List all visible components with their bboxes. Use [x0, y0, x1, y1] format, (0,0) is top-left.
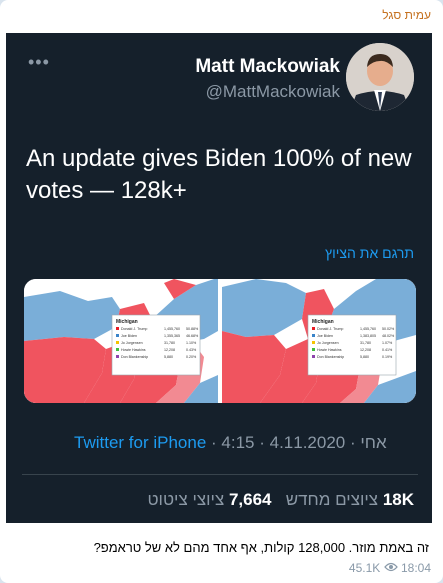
tweet-stats: 18K ציוצים מחדש 7,664 ציוצי ציטוט: [147, 490, 414, 510]
svg-text:Howie Hawkins: Howie Hawkins: [121, 348, 146, 352]
svg-text:0.41%: 0.41%: [382, 348, 393, 352]
svg-text:1,383,805: 1,383,805: [360, 334, 376, 338]
svg-text:Jo Jorgensen: Jo Jorgensen: [317, 341, 339, 345]
results-popup-left: Michigan Donald J. Trump 1,455,760 50.88% …: [111, 314, 201, 376]
tweet-timestamp[interactable]: 4:15 · אחי · 4.11.2020: [221, 433, 386, 452]
svg-text:0.43%: 0.43%: [186, 348, 197, 352]
svg-text:31,780: 31,780: [360, 341, 371, 345]
svg-text:1,455,760: 1,455,760: [360, 327, 376, 331]
tweet-card[interactable]: ••• Matt Mackowiak @MattMackowiak An upd…: [6, 33, 432, 523]
svg-text:Jo Jorgensen: Jo Jorgensen: [121, 341, 143, 345]
results-popup-right: Michigan Donald J. Trump 1,455,760 50.02% …: [307, 314, 397, 376]
svg-text:Don Blankenship: Don Blankenship: [121, 355, 148, 359]
svg-text:Don Blankenship: Don Blankenship: [317, 355, 344, 359]
svg-text:1,355,365: 1,355,365: [164, 334, 180, 338]
svg-text:0.19%: 0.19%: [382, 355, 393, 359]
svg-text:Donald J. Trump: Donald J. Trump: [317, 327, 343, 331]
eye-icon: [383, 561, 401, 575]
svg-text:1.07%: 1.07%: [382, 341, 393, 345]
post-caption: זה באמת מוזר. 128,000 קולות, אף אחד מהם …: [93, 540, 429, 555]
avatar[interactable]: [346, 43, 414, 111]
svg-text:0.20%: 0.20%: [186, 355, 197, 359]
svg-text:5,880: 5,880: [360, 355, 369, 359]
tweet-text: An update gives Biden 100% of new votes …: [26, 145, 412, 204]
post-time: 18:04: [400, 560, 431, 575]
svg-text:12,208: 12,208: [360, 348, 371, 352]
svg-text:5,880: 5,880: [164, 355, 173, 359]
svg-text:50.02%: 50.02%: [382, 327, 395, 331]
svg-text:1,455,760: 1,455,760: [164, 327, 180, 331]
ellipsis-icon[interactable]: •••: [28, 53, 50, 71]
quotes-count[interactable]: 18K: [383, 490, 414, 509]
view-count: 45.1K: [348, 560, 381, 575]
tweet-media[interactable]: Michigan Donald J. Trump 1,455,760 50.88% …: [24, 279, 416, 403]
post-footer: 45.1K 18:04: [349, 560, 431, 575]
svg-text:Donald J. Trump: Donald J. Trump: [121, 327, 147, 331]
svg-text:50.88%: 50.88%: [186, 327, 199, 331]
svg-text:Joe Biden: Joe Biden: [121, 334, 137, 338]
svg-text:Howie Hawkins: Howie Hawkins: [317, 348, 342, 352]
retweets-label[interactable]: ציוצי ציטוט: [147, 490, 224, 509]
popup-title-left: Michigan: [116, 319, 138, 325]
svg-text:31,780: 31,780: [164, 341, 175, 345]
tweet-meta: Twitter for iPhone · 4:15 · אחי · 4.11.2…: [74, 433, 387, 452]
display-name[interactable]: Matt Mackowiak: [195, 56, 340, 78]
translate-link[interactable]: תרגם את הציוץ: [325, 245, 414, 261]
tweet-source[interactable]: Twitter for iPhone: [74, 433, 206, 452]
quotes-label[interactable]: ציוצים מחדש: [286, 490, 378, 509]
post-author[interactable]: עמית סגל: [382, 8, 431, 22]
svg-text:46.68%: 46.68%: [186, 334, 199, 338]
svg-text:Joe Biden: Joe Biden: [317, 334, 333, 338]
retweets-count[interactable]: 7,664: [229, 490, 272, 509]
svg-text:48.02%: 48.02%: [382, 334, 395, 338]
svg-text:1.10%: 1.10%: [186, 341, 197, 345]
divider: [22, 474, 418, 475]
svg-text:12,208: 12,208: [164, 348, 175, 352]
twitter-handle[interactable]: @MattMackowiak: [206, 82, 340, 102]
popup-title-right: Michigan: [312, 319, 334, 325]
telegram-post: עמית סגל ••• Matt Mackowiak @MattMackowi…: [0, 0, 443, 583]
